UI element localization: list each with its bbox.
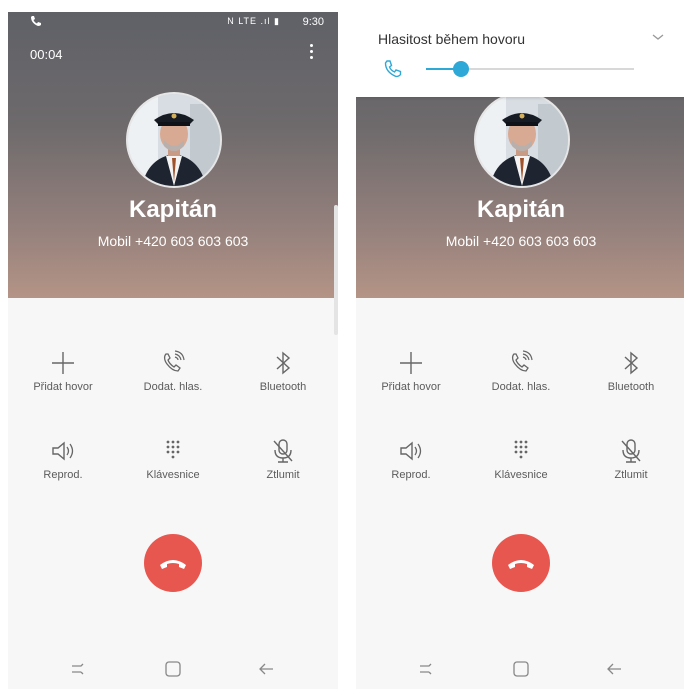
mute-label: Ztlumit (266, 469, 300, 481)
edge-panel-handle[interactable] (334, 205, 338, 335)
keypad-button[interactable]: Klávesnice (466, 436, 576, 481)
speaker-button[interactable]: Reprod. (356, 436, 466, 481)
mic-mute-icon (616, 436, 646, 466)
navigation-bar (8, 649, 338, 689)
extra-volume-label: Dodat. hlas. (491, 381, 551, 393)
phone-status-icon (30, 15, 42, 30)
status-time: 9:30 (302, 16, 324, 28)
end-call-button[interactable] (144, 534, 202, 592)
call-timer: 00:04 (30, 47, 63, 62)
add-call-label: Přidat hovor (381, 381, 441, 393)
add-call-label: Přidat hovor (33, 381, 93, 393)
add-call-button[interactable]: Přidat hovor (356, 348, 466, 393)
phone-volume-icon (158, 348, 188, 378)
home-icon[interactable] (161, 657, 185, 681)
caller-avatar (474, 92, 570, 188)
chevron-down-icon[interactable] (650, 30, 666, 42)
back-icon[interactable] (254, 657, 278, 681)
mute-button[interactable]: Ztlumit (576, 436, 684, 481)
caller-name: Kapitán (128, 196, 217, 223)
recent-apps-icon[interactable] (414, 657, 438, 681)
volume-slider-thumb[interactable] (453, 61, 470, 77)
call-volume-panel: Hlasitost během hovoru (356, 12, 684, 97)
keypad-label: Klávesnice (494, 469, 548, 481)
plus-icon (48, 348, 78, 378)
mic-mute-icon (268, 436, 298, 466)
caller-number: Mobil +420 603 603 603 (445, 233, 597, 249)
mute-label: Ztlumit (614, 469, 648, 481)
more-options-icon[interactable] (306, 44, 316, 64)
call-screen-left: N LTE .ıl ▮ 9:30 00:04 Kapitán Mobil +42… (8, 12, 338, 689)
speaker-label: Reprod. (391, 469, 431, 481)
speaker-button[interactable]: Reprod. (8, 436, 118, 481)
volume-slider[interactable] (426, 61, 634, 77)
phone-volume-icon (506, 348, 536, 378)
speaker-label: Reprod. (43, 469, 83, 481)
keypad-icon (506, 436, 536, 466)
hang-up-icon (508, 560, 534, 569)
caller-avatar (126, 92, 222, 188)
speaker-icon (48, 436, 78, 466)
keypad-button[interactable]: Klávesnice (118, 436, 228, 481)
keypad-label: Klávesnice (146, 469, 200, 481)
bluetooth-button[interactable]: Bluetooth (228, 348, 338, 393)
add-call-button[interactable]: Přidat hovor (8, 348, 118, 393)
home-icon[interactable] (509, 657, 533, 681)
speaker-icon (396, 436, 426, 466)
plus-icon (396, 348, 426, 378)
caller-number: Mobil +420 603 603 603 (97, 233, 249, 249)
extra-volume-label: Dodat. hlas. (143, 381, 203, 393)
volume-panel-title: Hlasitost během hovoru (378, 31, 526, 47)
extra-volume-button[interactable]: Dodat. hlas. (118, 348, 228, 393)
status-bar: N LTE .ıl ▮ 9:30 (8, 12, 338, 34)
bluetooth-label: Bluetooth (607, 381, 655, 393)
status-icons: N LTE .ıl ▮ (227, 16, 280, 26)
bluetooth-icon (268, 348, 298, 378)
call-volume-icon (382, 58, 404, 80)
call-actions-grid: Přidat hovor Dodat. hlas. Bluetooth Repr… (356, 348, 684, 538)
end-call-button[interactable] (492, 534, 550, 592)
extra-volume-button[interactable]: Dodat. hlas. (466, 348, 576, 393)
navigation-bar (356, 649, 684, 689)
bluetooth-button[interactable]: Bluetooth (576, 348, 684, 393)
bluetooth-icon (616, 348, 646, 378)
hang-up-icon (160, 560, 186, 569)
mute-button[interactable]: Ztlumit (228, 436, 338, 481)
call-actions-grid: Přidat hovor Dodat. hlas. Bluetooth Repr… (8, 348, 338, 538)
keypad-icon (158, 436, 188, 466)
call-screen-right: Kapitán Mobil +420 603 603 603 Hlasitost… (356, 12, 684, 689)
caller-name: Kapitán (476, 196, 565, 223)
back-icon[interactable] (602, 657, 626, 681)
recent-apps-icon[interactable] (66, 657, 90, 681)
bluetooth-label: Bluetooth (259, 381, 307, 393)
